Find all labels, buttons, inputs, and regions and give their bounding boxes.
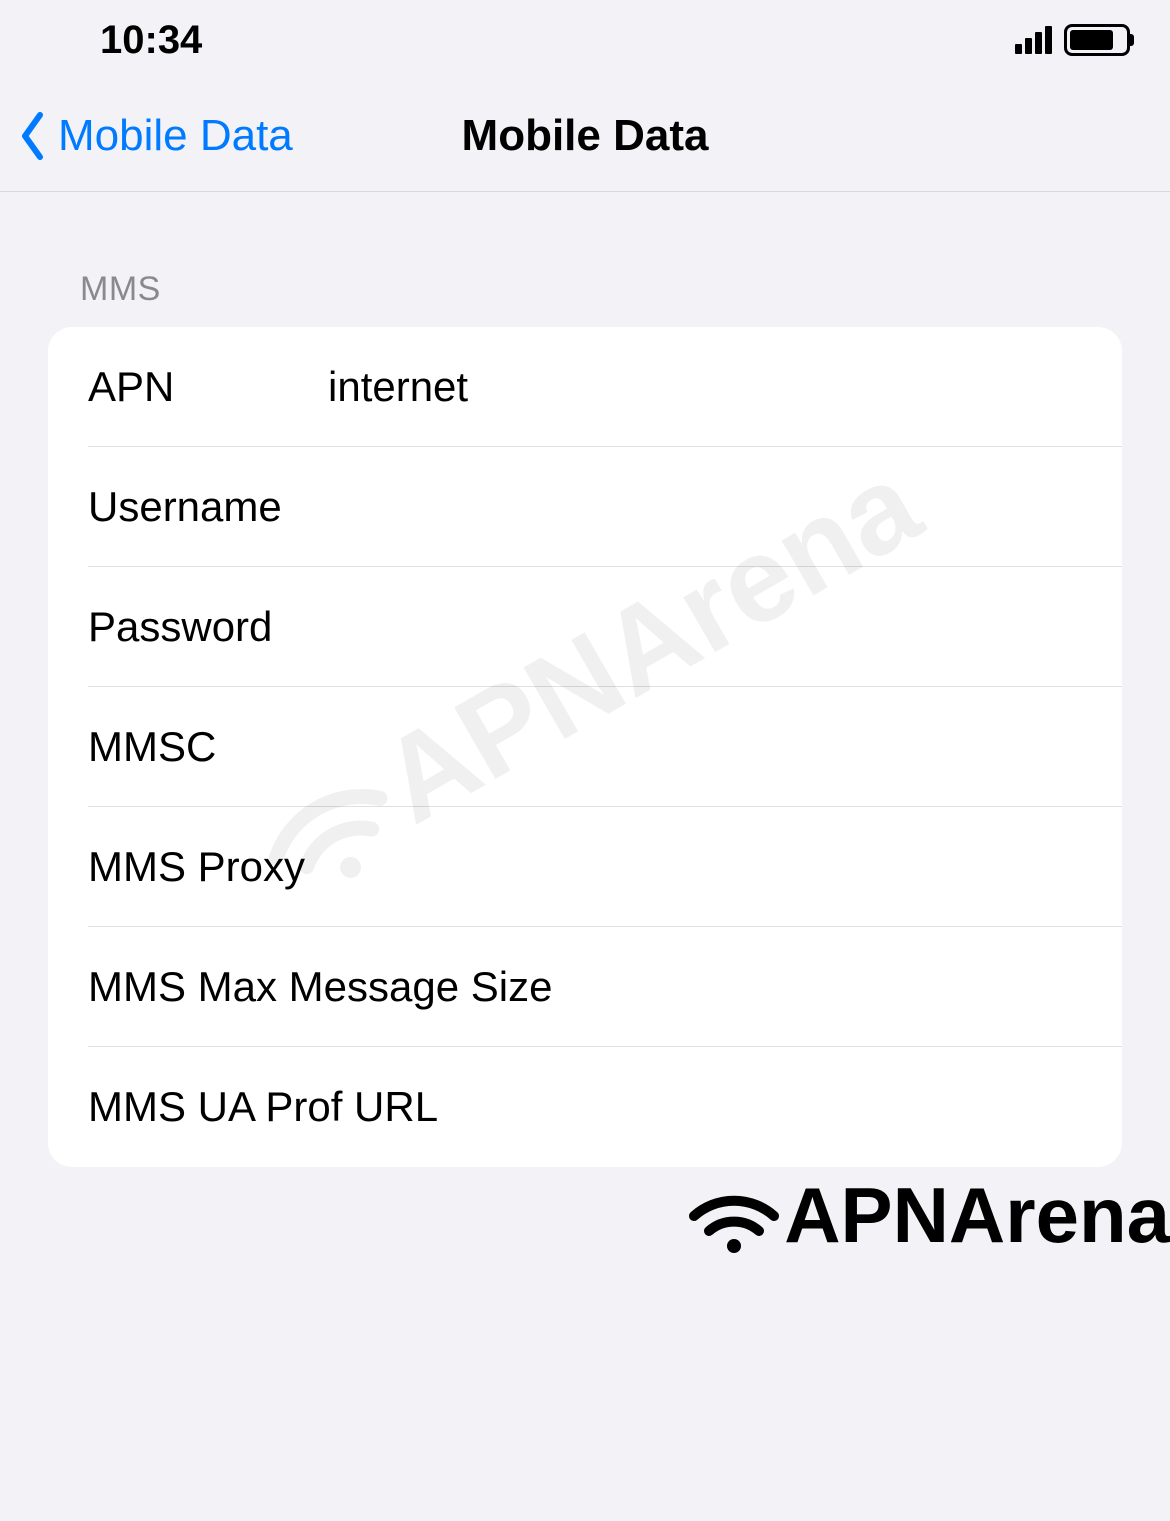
- section-header-mms: MMS: [80, 270, 1122, 309]
- row-label-mms-max: MMS Max Message Size: [88, 963, 552, 1011]
- row-label-apn: APN: [88, 363, 328, 411]
- row-label-mms-proxy: MMS Proxy: [88, 843, 305, 891]
- cellular-signal-icon: [1015, 26, 1052, 54]
- status-bar: 10:34: [0, 0, 1170, 80]
- row-mms-max[interactable]: MMS Max Message Size: [48, 927, 1122, 1047]
- status-time: 10:34: [100, 18, 202, 63]
- row-label-mms-ua: MMS UA Prof URL: [88, 1083, 438, 1131]
- row-label-password: Password: [88, 603, 272, 651]
- row-password[interactable]: Password: [48, 567, 1122, 687]
- chevron-left-icon: [18, 112, 50, 160]
- row-value-apn[interactable]: internet: [328, 363, 1122, 411]
- settings-group-mms: APN internet Username Password MMSC MMS …: [48, 327, 1122, 1167]
- status-indicators: [1015, 24, 1130, 56]
- row-mms-proxy[interactable]: MMS Proxy: [48, 807, 1122, 927]
- row-label-username: Username: [88, 483, 282, 531]
- back-label: Mobile Data: [58, 111, 293, 161]
- back-button[interactable]: Mobile Data: [18, 111, 293, 161]
- row-mms-ua[interactable]: MMS UA Prof URL: [48, 1047, 1122, 1167]
- battery-icon: [1064, 24, 1130, 56]
- watermark-bottom-text: APNArena: [784, 1170, 1170, 1261]
- row-apn[interactable]: APN internet: [48, 327, 1122, 447]
- wifi-icon: [684, 1176, 784, 1256]
- row-username[interactable]: Username: [48, 447, 1122, 567]
- page-title: Mobile Data: [462, 111, 709, 161]
- content-area: MMS APN internet Username Password MMSC …: [0, 192, 1170, 1167]
- watermark-bottom: APNArena: [684, 1170, 1170, 1261]
- row-label-mmsc: MMSC: [88, 723, 216, 771]
- row-mmsc[interactable]: MMSC: [48, 687, 1122, 807]
- nav-bar: Mobile Data Mobile Data: [0, 80, 1170, 192]
